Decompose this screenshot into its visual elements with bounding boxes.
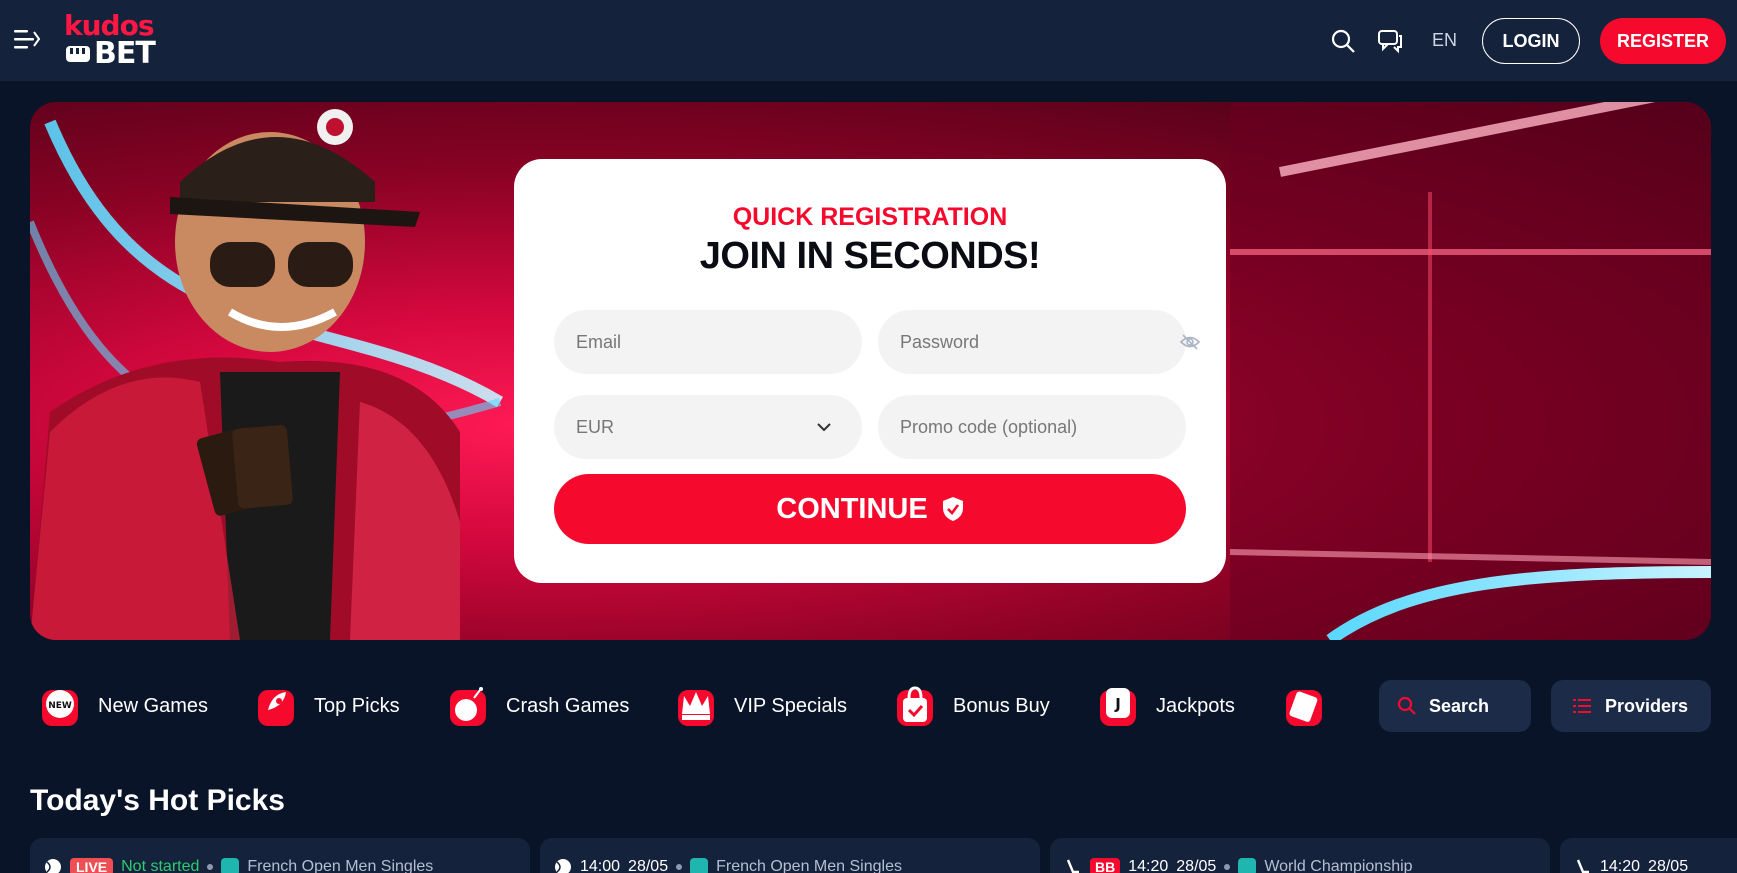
list-icon	[1573, 699, 1591, 713]
match-status: Not started	[121, 858, 200, 873]
top-header: kudos BET EN LOGIN REGISTER	[0, 0, 1737, 81]
currency-value: EUR	[576, 416, 615, 437]
hot-pick-card[interactable]: 14:00 28/05 French Open Men Singles	[540, 838, 1040, 873]
rocket-icon	[258, 690, 294, 726]
category-jackpots[interactable]: J Jackpots	[1098, 684, 1235, 728]
promo-code-field[interactable]	[878, 395, 1186, 459]
crown-icon	[678, 690, 714, 726]
hero-banner: QUICK REGISTRATION JOIN IN SECONDS! EUR …	[30, 102, 1711, 640]
chevron-down-icon	[817, 423, 831, 432]
eye-off-icon[interactable]	[1180, 333, 1200, 351]
registration-card: QUICK REGISTRATION JOIN IN SECONDS! EUR …	[514, 159, 1226, 583]
providers-label: Providers	[1605, 695, 1689, 716]
hockey-icon	[1576, 859, 1589, 873]
separator-dot	[1224, 864, 1231, 870]
match-date: 28/05	[1176, 858, 1217, 873]
match-date: 28/05	[628, 858, 669, 873]
continue-label: CONTINUE	[776, 492, 928, 525]
category-label: Bonus Buy	[953, 694, 1050, 717]
book-icon	[1286, 690, 1322, 726]
globe-icon	[690, 858, 709, 873]
tournament-name: French Open Men Singles	[716, 858, 902, 873]
separator-dot	[676, 864, 683, 870]
tournament-name: French Open Men Singles	[247, 858, 434, 873]
category-label: Jackpots	[1156, 694, 1235, 717]
brand-logo[interactable]: kudos BET	[64, 12, 168, 71]
game-search-button[interactable]: Search	[1379, 680, 1531, 732]
tennis-ball-icon	[45, 859, 61, 873]
hot-pick-card[interactable]: LIVE Not started French Open Men Singles	[30, 838, 530, 873]
registration-eyebrow: QUICK REGISTRATION	[732, 203, 1008, 231]
globe-icon	[1238, 858, 1257, 873]
shopping-bag-icon	[897, 686, 933, 726]
match-time: 14:20	[1128, 858, 1169, 873]
tennis-ball-icon	[555, 859, 571, 873]
hot-picks-title: Today's Hot Picks	[30, 784, 285, 817]
chat-icon[interactable]	[1377, 28, 1403, 54]
bb-badge: BB	[1090, 858, 1121, 873]
bomb-icon	[450, 687, 486, 726]
match-time: 14:20	[1600, 858, 1641, 873]
logo-text-bottom: BET	[94, 36, 156, 71]
category-vip-specials[interactable]: VIP Specials	[676, 684, 847, 728]
tournament-name: World Championship	[1264, 858, 1413, 873]
search-label: Search	[1429, 695, 1490, 716]
live-badge: LIVE	[70, 858, 114, 873]
category-label: VIP Specials	[734, 694, 848, 717]
category-label: Top Picks	[314, 694, 400, 717]
password-field[interactable]	[878, 310, 1186, 374]
hockey-icon	[1066, 859, 1079, 873]
fist-icon	[66, 46, 90, 62]
globe-icon	[221, 858, 240, 873]
hot-pick-card[interactable]: BB 14:20 28/05 World Championship	[1050, 838, 1550, 873]
match-date: 28/05	[1648, 858, 1689, 873]
email-field[interactable]	[554, 310, 862, 374]
login-button[interactable]: LOGIN	[1482, 18, 1580, 64]
register-button[interactable]: REGISTER	[1600, 18, 1726, 64]
match-time: 14:00	[580, 858, 621, 873]
separator-dot	[207, 864, 214, 870]
category-new-games[interactable]: NEW New Games	[40, 684, 208, 728]
hot-pick-card[interactable]: 14:20 28/05	[1560, 838, 1737, 873]
category-crash-games[interactable]: Crash Games	[448, 684, 629, 728]
svg-text:NEW: NEW	[48, 701, 72, 711]
category-bonus-buy[interactable]: Bonus Buy	[895, 684, 1050, 728]
new-badge-icon: NEW	[42, 690, 78, 726]
category-top-picks[interactable]: Top Picks	[256, 684, 400, 728]
jackpot-card-icon: J	[1100, 688, 1136, 726]
continue-button[interactable]: CONTINUE	[554, 474, 1186, 544]
search-icon	[1397, 696, 1416, 715]
menu-icon[interactable]	[14, 28, 40, 50]
category-label: New Games	[98, 694, 209, 717]
registration-title: JOIN IN SECONDS!	[699, 235, 1041, 277]
providers-button[interactable]: Providers	[1551, 680, 1711, 732]
category-label: Crash Games	[506, 694, 630, 717]
search-icon[interactable]	[1330, 28, 1356, 54]
language-selector[interactable]: EN	[1432, 30, 1457, 51]
shield-check-icon	[942, 497, 963, 521]
svg-text:J: J	[1114, 695, 1121, 713]
category-more[interactable]	[1284, 684, 1342, 728]
